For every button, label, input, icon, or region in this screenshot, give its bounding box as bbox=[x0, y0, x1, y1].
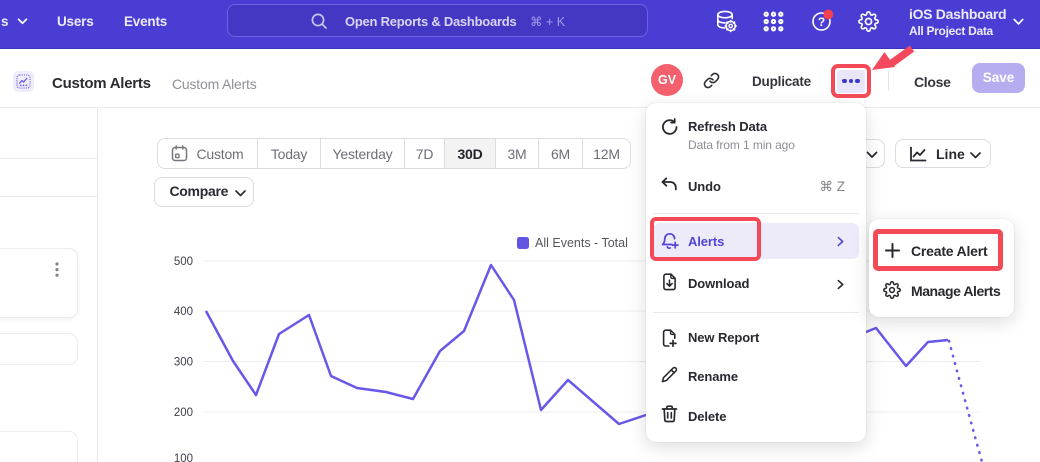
svg-text:300: 300 bbox=[174, 357, 193, 369]
svg-text:400: 400 bbox=[174, 306, 193, 318]
svg-text:100: 100 bbox=[174, 453, 193, 462]
svg-text:500: 500 bbox=[174, 256, 193, 268]
svg-text:200: 200 bbox=[174, 407, 193, 419]
